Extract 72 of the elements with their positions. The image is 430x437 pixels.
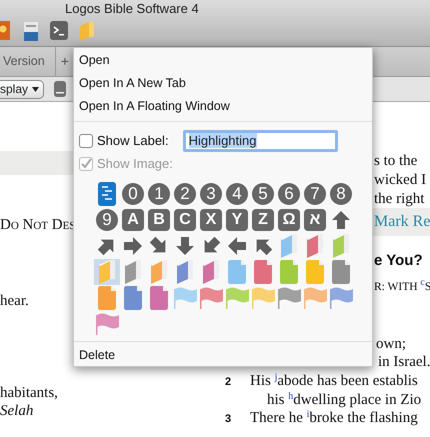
text-line: wicked I	[374, 170, 426, 190]
letter-icon[interactable]: א	[304, 209, 326, 231]
book-icon[interactable]	[307, 234, 323, 258]
book-icon[interactable]	[125, 260, 141, 284]
letter-icon[interactable]: Y	[226, 209, 248, 231]
verse-text: His $^{j}$abode has been establis	[250, 372, 418, 388]
version-tab[interactable]: Version	[0, 47, 56, 76]
arrow-icon[interactable]	[122, 235, 144, 257]
text-line: e You?	[374, 250, 423, 270]
number-icon[interactable]: 3	[200, 183, 222, 205]
text-line: s to the	[374, 152, 418, 170]
text-line: hear.	[0, 292, 29, 310]
letter-icon[interactable]: C	[174, 209, 196, 231]
document-icon[interactable]	[98, 286, 116, 310]
letter-icon[interactable]: X	[200, 209, 222, 231]
caret-icon	[32, 86, 40, 92]
book-icon[interactable]	[203, 260, 219, 284]
arrow-icon[interactable]	[174, 235, 196, 257]
flag-icon[interactable]	[173, 287, 197, 309]
text-line: own;	[376, 334, 406, 354]
menu-item[interactable]: Open In A New Tab	[74, 71, 372, 94]
text-line: Selah	[0, 402, 34, 420]
arrow-icon[interactable]	[330, 209, 352, 231]
seal-icon[interactable]	[0, 21, 10, 40]
menu-item[interactable]: Open	[74, 48, 372, 71]
number-icon[interactable]: 6	[278, 183, 300, 205]
flag-icon[interactable]	[329, 287, 353, 309]
document-icon[interactable]	[332, 260, 350, 284]
delete-item[interactable]: Delete	[74, 343, 372, 366]
number-icon[interactable]: 8	[330, 183, 352, 205]
letter-icon[interactable]: Z	[252, 209, 274, 231]
book-cover-icon[interactable]	[24, 22, 38, 41]
text-line: habitants,	[0, 384, 58, 402]
text-line: in Israel.	[378, 352, 430, 372]
flag-icon[interactable]	[277, 287, 301, 309]
number-icon[interactable]: 9	[96, 209, 118, 231]
option-label: Show Image:	[97, 155, 173, 174]
document-icon[interactable]	[150, 286, 168, 310]
window-title: Logos Bible Software 4	[64, 0, 200, 17]
verse-text: There he $^{i}$broke the flashing	[250, 410, 418, 426]
number-icon[interactable]: 4	[226, 183, 248, 205]
flag-icon[interactable]	[303, 287, 327, 309]
letter-icon[interactable]: A	[122, 209, 144, 231]
letter-icon[interactable]: Ω	[278, 209, 300, 231]
label-text: Show Label:	[97, 132, 169, 150]
menu-item[interactable]: Open In A Floating Window	[74, 94, 372, 117]
panel-icon[interactable]	[54, 81, 66, 97]
document-icon[interactable]	[124, 286, 142, 310]
terminal-icon[interactable]	[50, 21, 68, 40]
verse-number: 2	[225, 374, 232, 390]
number-icon[interactable]: 7	[304, 183, 326, 205]
number-icon[interactable]: 2	[174, 183, 196, 205]
document-icon[interactable]	[254, 260, 272, 284]
flag-icon[interactable]	[95, 313, 119, 335]
flag-icon[interactable]	[225, 287, 249, 309]
label-field[interactable]: Highlighting	[182, 130, 338, 152]
flag-icon[interactable]	[199, 287, 223, 309]
number-icon[interactable]: 0	[122, 183, 144, 205]
number-icon[interactable]: 1	[148, 183, 170, 205]
letter-icon[interactable]: B	[148, 209, 170, 231]
text-line: his $^{h}$dwelling place in Zio	[267, 390, 422, 410]
display-dropdown[interactable]: splay	[0, 80, 44, 98]
list-icon[interactable]	[98, 182, 116, 206]
text-line: the right	[374, 190, 424, 208]
book-icon[interactable]	[177, 260, 193, 284]
book-icon[interactable]	[281, 234, 297, 258]
document-icon[interactable]	[280, 260, 298, 284]
document-icon[interactable]	[306, 260, 324, 284]
checkbox[interactable]	[79, 134, 93, 148]
arrow-icon[interactable]	[226, 235, 248, 257]
number-icon[interactable]: 5	[252, 183, 274, 205]
verse-number: 3	[225, 412, 232, 426]
